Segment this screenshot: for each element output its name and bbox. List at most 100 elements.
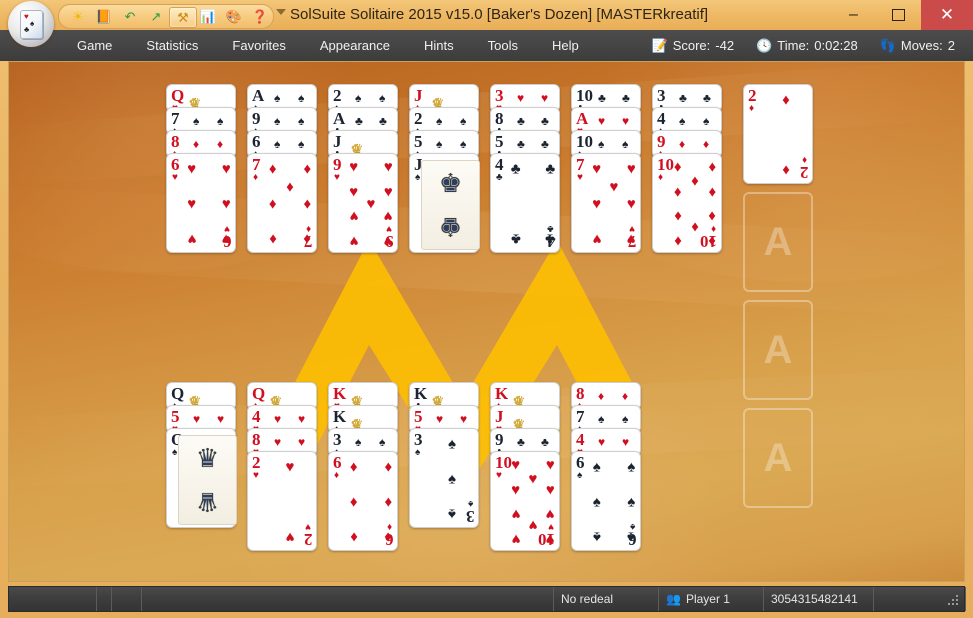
card-10-hearts[interactable]: 10 ♥ ♥ 10 ♥ ♥ ♥ ♥ ♥ ♥ ♥ ♥ ♥ ♥ [490,451,560,551]
card-strip-pips: ♣ ♣ [675,90,719,108]
card-rank-label: A [333,109,346,128]
card-strip-pips: ♥ ♥ [594,113,638,131]
maximize-button[interactable] [876,0,921,30]
card-strip-pips: ♛ ✿ [351,141,364,157]
card-2-hearts[interactable]: 2 ♥ ♥ 2 ♥ ♥ [247,451,317,551]
card-pip: ♦ [286,178,294,196]
card-9-hearts[interactable]: 9 ♥ ♥ 9 ♥ ♥ ♥ ♥ ♥ ♥ ♥ ♥ ♥ [328,153,398,253]
time-indicator-value: 0:02:28 [814,38,858,53]
card-10-diamonds[interactable]: 10 ♦ ♦ 10 ♦ ♦ ♦ ♦ ♦ ♦ ♦ ♦ ♦ ♦ [652,153,722,253]
menu-item-hints[interactable]: Hints [407,30,471,61]
card-rank-label: 5 [495,132,504,151]
card-pip: ♠ [679,114,686,128]
card-rank-label: 7 [171,109,180,128]
card-pip: ♦ [598,389,605,403]
card-rank-label: 8 [495,109,504,128]
statistics-icon[interactable]: 📊 [195,7,221,26]
card-pip: ♣ [517,435,525,449]
card-pip: ♠ [622,412,629,426]
card-pip: ♠ [627,458,636,476]
card-strip-pips: ♠ ♠ [189,113,233,131]
card-pip: ♠ [298,137,305,151]
foundation-slot-3[interactable]: A [743,408,813,508]
redo-icon[interactable]: ↗ [143,7,169,26]
card-pip: ♦ [384,528,393,546]
appearance-icon[interactable]: 🎨 [221,7,247,26]
card-rank-label: 2 [252,453,261,472]
card-pip-layout: ♦ ♦ ♦ ♦ ♦ ♦ ♦ [263,158,317,250]
card-j-spades[interactable]: J♠♠J♚♚ [409,153,480,253]
card-pip: ♦ [217,137,224,151]
play-field[interactable]: Q♥♛✿7♠♠♠8♦♦♦6♥♥6♥♥♥♥♥♥A♠♠♠9♠♠♠6♠♠♠7♦♦7♦♦… [8,61,965,582]
card-pip: ♥ [187,230,197,248]
card-pip: ♥ [285,458,295,476]
card-6-diamonds[interactable]: 6 ♦ ♦ 6 ♦ ♦ ♦ ♦ ♦ ♦ [328,451,398,551]
card-7-hearts[interactable]: 7 ♥ ♥ 7 ♥ ♥ ♥ ♥ ♥ ♥ ♥ [571,153,641,253]
game-number-text: 3054315482141 [771,592,858,606]
card-rank-label: 5 [414,132,423,151]
card-pip: ♦ [782,161,790,179]
menu-item-statistics[interactable]: Statistics [129,30,215,61]
playing-cards-icon: ♥ ♠ ♣ [20,10,43,39]
toolbar-caret-icon[interactable] [276,9,286,15]
status-bar: No redeal 👥 Player 1 3054315482141 [8,586,966,612]
card-rank-label: Q [171,86,185,105]
card-pip: ♠ [436,137,443,151]
card-3-spades[interactable]: 3 ♠ ♠ 3 ♠ ♠ ♠ [409,428,479,528]
card-pip: ♠ [598,137,605,151]
card-6-spades[interactable]: 6 ♠ ♠ 6 ♠ ♠ ♠ ♠ ♠ ♠ [571,451,641,551]
card-4-clubs[interactable]: 4 ♣ ♣ 4 ♣ ♣ ♣ ♣ [490,153,560,253]
card-strip-pips: ♥ ♥ [513,90,557,108]
card-pip: ♥ [511,530,521,548]
undo-icon[interactable]: ↶ [117,7,143,26]
foundation-card-2-diamonds[interactable]: 2 ♦ ♦ 2 ♦ ♦ [743,84,813,184]
player-name: 👥 Player 1 [659,587,764,611]
card-rank-label: 8 [252,430,261,449]
heart-icon: ♥ [172,172,178,183]
card-rank-label: 2 [414,109,423,128]
menu-item-help[interactable]: Help [535,30,596,61]
help-icon[interactable]: ❓ [247,7,273,26]
card-pip: ♦ [691,172,699,190]
card-strip-pips: ♣ ♣ [513,136,557,154]
menu-item-favorites[interactable]: Favorites [215,30,302,61]
menu-item-appearance[interactable]: Appearance [303,30,407,61]
card-strip-pips: ♠ ♠ [351,434,395,452]
card-rank-label: 9 [333,155,342,174]
card-q-spades[interactable]: Q♠♠Q♛♛ [166,428,237,528]
app-icon-orb[interactable]: ♥ ♠ ♣ [8,1,54,47]
card-strip-pips: ♛ ✿ [513,416,526,432]
close-button[interactable]: ✕ [921,0,973,30]
window-controls: – ✕ [831,0,973,30]
card-7-diamonds[interactable]: 7 ♦ ♦ 7 ♦ ♦ ♦ ♦ ♦ ♦ ♦ [247,153,317,253]
card-pip: ♥ [274,412,282,426]
card-rank-label: 6 [576,453,585,472]
menu-item-game[interactable]: Game [60,30,129,61]
foundation-slot-2[interactable]: A [743,300,813,400]
solsuite-window: ☀ 📙 ↶ ↗ ⚒ 📊 🎨 ❓ SolSuite Solitaire 2015 v15.0 [… [0,0,973,618]
card-6-hearts[interactable]: 6 ♥ ♥ 6 ♥ ♥ ♥ ♥ ♥ ♥ [166,153,236,253]
card-pip: ♠ [193,114,200,128]
card-strip-pips: ♛ ✿ [189,95,202,111]
new-game-icon[interactable]: ☀ [65,7,91,26]
menu-item-tools[interactable]: Tools [471,30,535,61]
foundation-slot-1[interactable]: A [743,192,813,292]
card-rank-label: A [576,109,589,128]
court-face-icon: ♛ [195,487,220,518]
tools-icon[interactable]: ⚒ [169,7,197,28]
card-strip-pips: ♛ ✿ [351,416,364,432]
card-pip: ♣ [510,160,521,178]
resize-grip-icon[interactable] [947,595,961,609]
card-pip: ♣ [598,91,606,105]
card-rank-label: 6 [333,453,342,472]
card-pip: ♦ [349,493,358,511]
card-pip: ♠ [448,435,456,453]
card-pip: ♠ [460,114,467,128]
minimize-button[interactable]: – [831,0,876,30]
card-pip: ♥ [221,195,231,213]
card-strip-pips: ♠ ♠ [432,136,476,154]
card-pip: ♥ [511,456,521,474]
restart-icon[interactable]: 📙 [91,7,117,26]
card-pip: ♠ [274,137,281,151]
maximize-icon [892,9,905,21]
